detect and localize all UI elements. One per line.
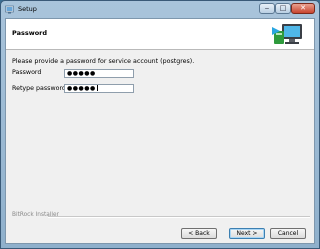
back-button[interactable]: < Back [181, 228, 217, 239]
next-button[interactable]: Next > [229, 228, 265, 239]
page-title: Password [12, 29, 48, 37]
text-caret [96, 85, 98, 91]
password-label: Password [12, 69, 42, 76]
password-value: ●●●●● [67, 70, 96, 77]
retype-password-label: Retype password [12, 85, 66, 92]
computer-install-icon [272, 24, 302, 44]
wizard-header: Password [6, 19, 314, 50]
maximize-button[interactable]: □ [275, 3, 291, 14]
password-field[interactable]: ●●●●● [64, 69, 134, 78]
retype-password-value: ●●●●● [67, 85, 96, 92]
instruction-text: Please provide a password for service ac… [12, 58, 195, 65]
minimize-button[interactable]: ‒ [259, 3, 275, 14]
setup-window: Setup ‒ □ ✕ Password Please provide a pa… [0, 0, 320, 249]
title-bar[interactable]: Setup ‒ □ ✕ [1, 1, 319, 18]
dialog-client-area: Password Please provide a password for s… [5, 18, 315, 244]
minimize-icon: ‒ [264, 4, 270, 12]
window-title: Setup [18, 5, 37, 13]
footer-divider [48, 216, 310, 218]
close-button[interactable]: ✕ [291, 3, 315, 14]
maximize-icon: □ [279, 4, 287, 12]
close-icon: ✕ [300, 4, 306, 12]
setup-app-icon [5, 5, 14, 14]
retype-password-field[interactable]: ●●●●● [64, 84, 134, 93]
cancel-button[interactable]: Cancel [270, 228, 306, 239]
